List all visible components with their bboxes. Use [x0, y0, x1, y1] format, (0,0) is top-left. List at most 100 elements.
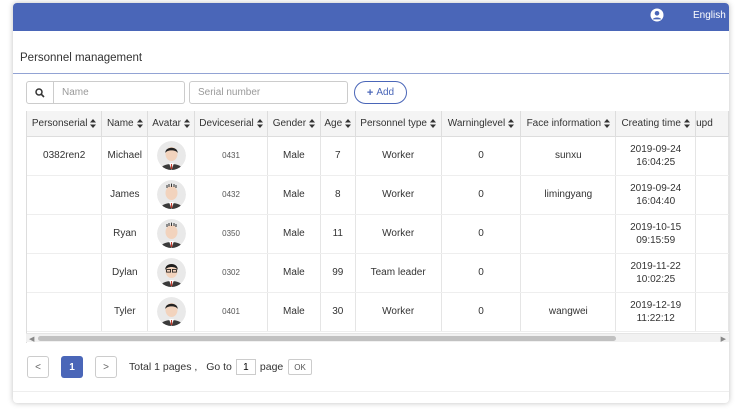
type-cell: Worker — [355, 175, 442, 215]
sort-icon[interactable] — [184, 118, 191, 128]
app-window: English Personnel management + Add Perso… — [13, 3, 729, 403]
personserial-cell — [27, 292, 103, 332]
table-row[interactable]: 0382ren2 Michael 0431 Male 7 Worker 0 sunxu 2019… — [27, 136, 729, 176]
table-row[interactable]: Tyler 0401 Male 30 Worker 0 wangwei 2019-12-19 1… — [27, 292, 729, 332]
avatar-bald-icon — [156, 180, 186, 209]
personserial-cell — [27, 214, 103, 254]
language-switch[interactable]: English — [693, 10, 726, 21]
scroll-right-icon[interactable]: ▶ — [721, 335, 726, 343]
update-cell — [695, 136, 729, 176]
prev-page-button[interactable]: < — [27, 356, 49, 378]
avatar-cell — [147, 214, 196, 254]
horizontal-scrollbar[interactable]: ◀ ▶ — [26, 333, 729, 343]
type-cell: Worker — [355, 214, 442, 254]
search-button[interactable] — [26, 81, 54, 104]
pagination: < 1 > Total 1 pages , Go to page OK — [27, 356, 312, 378]
table-row[interactable]: Dylan 0302 Male 99 Team leader 0 2019-11-22 10:… — [27, 253, 729, 293]
creating-time-cell: 2019-09-24 16:04:40 — [615, 175, 697, 215]
column-header-label: upd — [696, 117, 713, 129]
sort-icon[interactable] — [345, 118, 352, 128]
column-header[interactable]: upd — [695, 111, 729, 137]
page-label: page — [259, 361, 284, 373]
avatar-cell — [147, 253, 196, 293]
column-header-label: Warninglevel — [447, 117, 506, 129]
column-header-label: Age — [324, 117, 343, 129]
age-cell: 8 — [320, 175, 356, 215]
table-row[interactable]: Ryan 0350 Male 11 Worker 0 2019-10-15 09:15:59 — [27, 214, 729, 254]
warning-cell: 0 — [441, 292, 522, 332]
sort-icon[interactable] — [90, 118, 97, 128]
column-header[interactable]: Face information — [520, 111, 617, 137]
name-cell: Ryan — [101, 214, 149, 254]
column-header[interactable]: Creating time — [615, 111, 697, 137]
type-cell: Worker — [355, 292, 442, 332]
column-header-label: Gender — [272, 117, 307, 129]
search-icon — [35, 87, 45, 98]
face-cell: sunxu — [520, 136, 617, 176]
column-header[interactable]: Personnel type — [355, 111, 442, 137]
creating-date: 2019-09-24 — [630, 143, 682, 155]
creating-clock: 11:22:12 — [636, 312, 675, 324]
update-cell — [695, 175, 729, 215]
face-cell — [520, 253, 617, 293]
warning-cell: 0 — [441, 175, 522, 215]
personserial-cell — [27, 175, 103, 215]
user-account-icon[interactable] — [650, 8, 664, 22]
avatar-bald-icon — [156, 219, 186, 248]
footer-divider — [13, 391, 729, 392]
scroll-left-icon[interactable]: ◀ — [29, 335, 34, 343]
column-header-label: Personserial — [31, 117, 88, 129]
sort-icon[interactable] — [508, 118, 515, 128]
creating-date: 2019-12-19 — [630, 299, 682, 311]
name-search-group — [26, 81, 185, 104]
deviceserial-cell: 0350 — [194, 214, 268, 254]
update-cell — [695, 292, 729, 332]
column-header-label: Name — [106, 117, 134, 129]
add-button[interactable]: + Add — [354, 81, 407, 104]
column-header[interactable]: Avatar — [147, 111, 196, 137]
update-cell — [695, 253, 729, 293]
personserial-cell — [27, 253, 103, 293]
deviceserial-cell: 0432 — [194, 175, 268, 215]
sort-icon[interactable] — [256, 118, 263, 128]
title-divider — [13, 73, 729, 74]
sort-icon[interactable] — [309, 118, 316, 128]
creating-date: 2019-10-15 — [630, 221, 682, 233]
current-page-button[interactable]: 1 — [61, 356, 83, 378]
total-pages-text: Total 1 pages , — [129, 361, 201, 373]
deviceserial-cell: 0302 — [194, 253, 268, 293]
serial-number-input[interactable] — [189, 81, 348, 104]
gender-cell: Male — [267, 136, 321, 176]
age-cell: 7 — [320, 136, 356, 176]
column-header-label: Creating time — [621, 117, 681, 129]
page-title: Personnel management — [20, 52, 143, 64]
creating-time-cell: 2019-11-22 10:02:25 — [615, 253, 697, 293]
column-header[interactable]: Warninglevel — [441, 111, 522, 137]
table-row[interactable]: James 0432 Male 8 Worker 0 limingyang 2019-09-2… — [27, 175, 729, 215]
table-body: 0382ren2 Michael 0431 Male 7 Worker 0 sunxu 2019… — [27, 136, 729, 332]
gender-cell: Male — [267, 253, 321, 293]
column-header[interactable]: Deviceserial — [194, 111, 268, 137]
creating-date: 2019-11-22 — [630, 260, 681, 272]
name-input[interactable] — [54, 81, 185, 104]
creating-date: 2019-09-24 — [630, 182, 682, 194]
personnel-table: Personserial Name Avatar Deviceserial Gender… — [26, 111, 729, 343]
age-cell: 11 — [320, 214, 356, 254]
deviceserial-cell: 0401 — [194, 292, 268, 332]
column-header[interactable]: Name — [101, 111, 149, 137]
scrollbar-thumb[interactable] — [38, 336, 616, 341]
sort-icon[interactable] — [604, 118, 611, 128]
goto-page-input[interactable] — [235, 359, 256, 375]
goto-ok-button[interactable]: OK — [288, 359, 312, 375]
age-cell: 30 — [320, 292, 356, 332]
avatar-cell — [147, 136, 196, 176]
gender-cell: Male — [267, 292, 321, 332]
sort-icon[interactable] — [683, 118, 690, 128]
sort-icon[interactable] — [136, 118, 143, 128]
deviceserial-cell: 0431 — [194, 136, 268, 176]
next-page-button[interactable]: > — [95, 356, 117, 378]
sort-icon[interactable] — [430, 118, 436, 128]
column-header[interactable]: Gender — [267, 111, 321, 137]
column-header[interactable]: Age — [320, 111, 356, 137]
column-header[interactable]: Personserial — [27, 111, 103, 137]
